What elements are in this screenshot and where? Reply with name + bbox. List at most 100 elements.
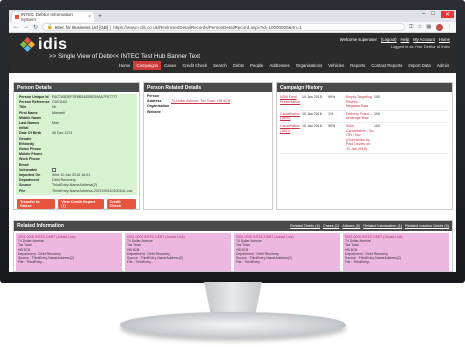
related-information-links: Related Debts (4) Cases (1) Aliases (0) Rel… bbox=[290, 224, 449, 228]
monitor-stand-base bbox=[120, 312, 346, 338]
nav-item-search[interactable]: Search bbox=[210, 61, 230, 70]
bookmark-star-icon[interactable]: ☆ bbox=[417, 24, 422, 31]
campaign-name-link[interactable]: Cancellation (1600) bbox=[280, 112, 302, 121]
logged-in-text: Logged in as Your Debtor of Intec bbox=[390, 44, 450, 49]
person-details-panel: Person Details Person Unique Id FAC7A5DEF… bbox=[13, 82, 140, 210]
window-controls: – □ ✕ bbox=[422, 11, 454, 18]
card-line: File : ThirdEntry... bbox=[18, 260, 45, 265]
logo-diamond-icon bbox=[19, 36, 36, 53]
related-detail-value bbox=[171, 110, 269, 115]
tab-title: INTEC Debtor Information System bbox=[20, 12, 73, 22]
campaign-value: 100 bbox=[374, 95, 380, 99]
browser-tab-bar: INTEC Debtor Information System × + – □ … bbox=[9, 10, 456, 22]
close-window-icon[interactable]: ✕ bbox=[440, 11, 454, 18]
menu-dots-icon[interactable]: ⋮ bbox=[447, 24, 453, 31]
transfer-to-house-button[interactable]: Transfer to House bbox=[17, 198, 56, 209]
monitor-screen: INTEC Debtor Information System × + – □ … bbox=[9, 10, 456, 272]
favicon-icon bbox=[15, 15, 19, 19]
address-bar: ← → ↻ 🔒 Intec for Business Ltd [GB] | ht… bbox=[9, 22, 456, 33]
related-info-link[interactable]: Related Information (1) bbox=[363, 224, 402, 228]
related-debt-card[interactable]: 0001-0000 INTEC DEBT (Joined Link) 74 Dol… bbox=[234, 233, 340, 271]
person-detail-value: ThirdEntry-NameAddress-20210901101501UL.… bbox=[52, 188, 133, 193]
related-detail-row: Website bbox=[144, 110, 272, 115]
forward-icon[interactable]: → bbox=[23, 24, 29, 30]
nav-item-import-data[interactable]: Import Data bbox=[405, 61, 433, 70]
person-detail-label: File bbox=[19, 188, 26, 193]
url-input[interactable]: 🔒 Intec for Business Ltd [GB] | https://… bbox=[42, 23, 406, 31]
logout-link[interactable]: (Logout) bbox=[381, 37, 397, 42]
nav-item-vehicles[interactable]: Vehicles bbox=[325, 61, 347, 70]
my-account-link[interactable]: My Account bbox=[413, 37, 435, 42]
nav-item-credit-check[interactable]: Credit Check bbox=[179, 61, 210, 70]
nav-item-debts[interactable]: Debts bbox=[230, 61, 247, 70]
extension-icon[interactable]: ▦ bbox=[426, 24, 431, 31]
page-subtitle: >> Single View of Debt<< INTEC Test Hub … bbox=[49, 53, 200, 60]
nav-item-home[interactable]: Home bbox=[116, 61, 133, 70]
campaign-date: 10 Jan 2018 bbox=[302, 123, 322, 128]
related-cards: 0001-0000 INTEC DEBT (Joined Link) 74 Dol… bbox=[14, 231, 452, 272]
related-info-link[interactable]: Cases (1) bbox=[323, 224, 339, 228]
site-identity: Intec for Business Ltd [GB] bbox=[54, 24, 109, 30]
related-info-link[interactable]: Related Debts (4) bbox=[290, 224, 320, 228]
related-debt-card[interactable]: 0001-0000 INTEC DEBT (Joined Link) 74 Dol… bbox=[16, 233, 122, 271]
vulnerable-checkbox[interactable] bbox=[52, 167, 56, 172]
new-tab-button[interactable]: + bbox=[98, 12, 102, 22]
campaign-history-table: 0006 Debt Presentation 10 Jan 2018 99% Empt… bbox=[277, 92, 452, 154]
campaign-score: 99% bbox=[328, 95, 336, 99]
minimize-icon[interactable]: – bbox=[422, 11, 425, 18]
campaign-name-link[interactable]: Cancellation (1601) bbox=[280, 124, 302, 152]
person-details-table: Person Unique Id FAC7A5DEF3F6B34455ED9AA7… bbox=[16, 94, 137, 195]
related-info-link[interactable]: Aliases (0) bbox=[342, 224, 360, 228]
nav-item-reports[interactable]: Reports bbox=[347, 61, 368, 70]
monitor-frame: INTEC Debtor Information System × + – □ … bbox=[0, 0, 465, 283]
nav-item-contact-reports[interactable]: Contact Reports bbox=[368, 61, 405, 70]
related-detail-link[interactable]: 74 Dollar Avenue, Tax Town, HB 5CB bbox=[171, 99, 230, 103]
browser-toolbar-icons: ⚿ ☆ ▦ ⋮ bbox=[409, 23, 453, 31]
campaign-score: 90% bbox=[328, 123, 336, 128]
view-credit-report-button[interactable]: View Credit Report (7) bbox=[58, 198, 104, 209]
idis-logo[interactable]: idis bbox=[19, 36, 68, 54]
campaign-row: 0006 Debt Presentation 10 Jan 2018 99% Empt… bbox=[280, 94, 449, 111]
campaign-score: 1% bbox=[328, 111, 334, 116]
url-text: https://www.i-dis.co.uk/RestrictedDetail… bbox=[113, 24, 302, 30]
maximize-icon[interactable]: □ bbox=[431, 11, 435, 18]
main-nav: Home Campaigns Cases Credit Check Search Debt… bbox=[116, 61, 452, 70]
campaign-name-link[interactable]: 0006 Debt Presentation bbox=[280, 95, 302, 109]
campaign-date: 10 Jan 2018 bbox=[302, 111, 322, 116]
campaign-value: 100 bbox=[374, 123, 380, 128]
nav-item-admin[interactable]: Admin bbox=[434, 61, 452, 70]
card-line: File : ThirdEntry... bbox=[127, 260, 154, 265]
nav-item-people[interactable]: People bbox=[247, 61, 266, 70]
campaign-row: Cancellation (1601) 10 Jan 2018 90% AWA Can… bbox=[280, 123, 449, 154]
related-debt-card[interactable]: 0001-0000 INTEC DEBT (Joined Link) 74 Dol… bbox=[125, 233, 231, 271]
related-information-panel: Related Information Related Debts (4) Cas… bbox=[13, 220, 453, 272]
related-information-title: Related Information bbox=[17, 223, 64, 229]
profile-avatar[interactable] bbox=[435, 23, 443, 31]
home-link[interactable]: Home bbox=[439, 37, 450, 42]
back-icon[interactable]: ← bbox=[13, 24, 19, 30]
campaign-history-panel: Campaign History 0006 Debt Presentation 1… bbox=[276, 82, 453, 210]
person-detail-row: File ThirdEntry-NameAddress-2021090110150… bbox=[16, 189, 137, 194]
campaign-outcome: AWA Cancellation - No OFI / Nor (Overrid… bbox=[346, 123, 374, 151]
related-information-header: Related Information Related Debts (4) Cas… bbox=[14, 221, 452, 231]
person-related-panel: Person Related Details Person Address 74 D… bbox=[143, 82, 273, 210]
help-link[interactable]: Help bbox=[401, 37, 410, 42]
person-actions: Transfer to House View Credit Report (7)… bbox=[14, 195, 139, 209]
key-icon[interactable]: ⚿ bbox=[409, 24, 413, 31]
nav-item-organisations[interactable]: Organisations bbox=[293, 61, 326, 70]
browser-tab[interactable]: INTEC Debtor Information System × bbox=[12, 12, 94, 22]
tab-close-icon[interactable]: × bbox=[88, 14, 91, 20]
related-detail-label: Website bbox=[147, 109, 161, 114]
related-debt-card[interactable]: 0001-0000 INTEC DEBT (Joined Link) 74 Dol… bbox=[343, 233, 449, 271]
reload-icon[interactable]: ↻ bbox=[33, 24, 38, 31]
campaign-outcome: Delivery Fraud - Arbitrage Bias bbox=[346, 111, 372, 121]
person-related-title: Person Related Details bbox=[144, 83, 272, 92]
nav-item-addresses[interactable]: Addresses bbox=[266, 61, 292, 70]
campaign-history-title: Campaign History bbox=[277, 83, 452, 92]
related-info-link[interactable]: Related Inactive Debts (0) bbox=[405, 224, 449, 228]
logo-text: idis bbox=[38, 36, 68, 53]
credit-check-button[interactable]: Credit Check bbox=[106, 198, 136, 209]
person-related-table: Person Address 74 Dollar Avenue, Tax Town,… bbox=[144, 92, 272, 115]
nav-item-cases[interactable]: Cases bbox=[161, 61, 179, 70]
nav-item-campaigns[interactable]: Campaigns bbox=[133, 61, 162, 70]
